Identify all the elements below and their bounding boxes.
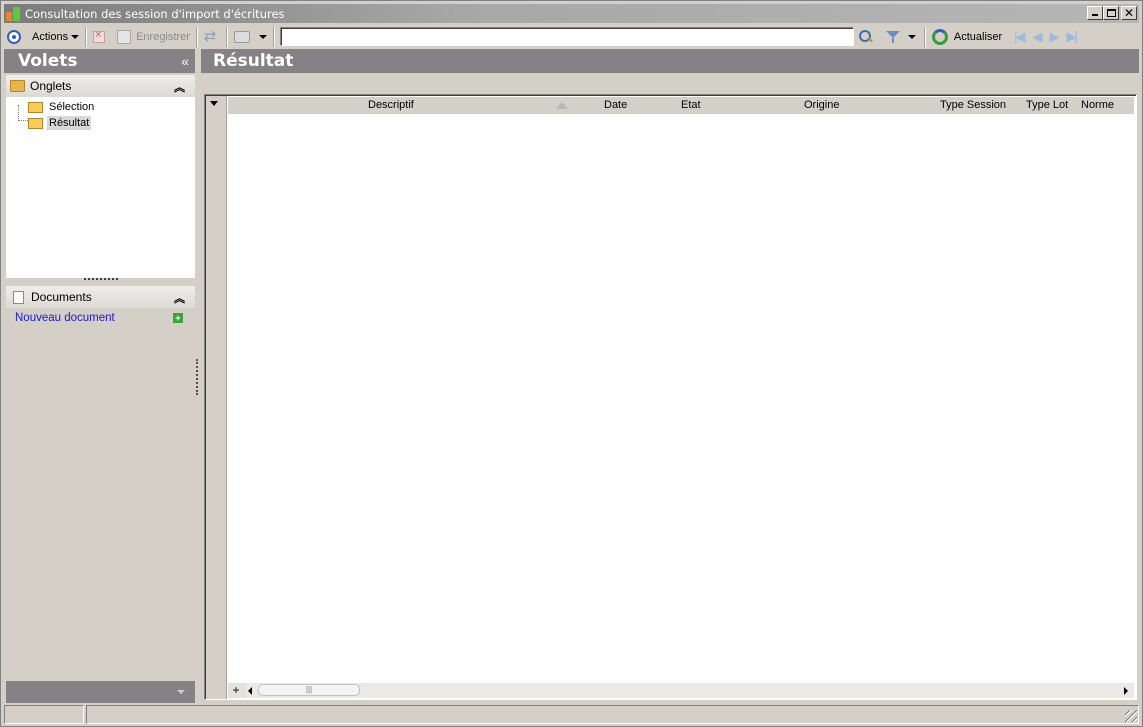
resize-grip-icon[interactable] (1125, 710, 1137, 722)
toolbar-separator (195, 26, 198, 47)
tabs-section-title: Onglets (30, 79, 72, 93)
circle-target-icon (7, 29, 21, 44)
app-icon (5, 6, 21, 22)
print-icon (233, 30, 250, 43)
status-cell (86, 705, 1139, 724)
close-icon: ✕ (1123, 6, 1135, 20)
actions-menu-button[interactable]: Actions (24, 26, 82, 48)
print-button[interactable] (231, 26, 270, 48)
toolbar-separator (85, 26, 88, 47)
tree-item-label: Sélection (49, 101, 95, 113)
filter-dropdown-icon[interactable] (907, 34, 916, 39)
page-title: Résultat (213, 51, 294, 71)
delete-icon (93, 29, 106, 43)
save-button[interactable]: Enregistrer (114, 26, 193, 48)
sort-ascending-icon (556, 102, 568, 109)
save-label: Enregistrer (136, 30, 190, 43)
tree-item-resultat[interactable]: Résultat (14, 115, 195, 131)
grid-footer: + ||| (228, 683, 1134, 698)
scroll-left-icon[interactable] (248, 687, 252, 695)
window-controls: ✕ (1087, 6, 1137, 20)
column-header-etat[interactable]: Etat (681, 99, 701, 111)
scrollbar-thumb[interactable]: ||| (258, 684, 360, 696)
column-header-type-session[interactable]: Type Session (940, 99, 1006, 111)
tree-item-selection[interactable]: Sélection (14, 99, 195, 115)
collapse-panel-icon[interactable]: « (181, 53, 189, 69)
grid-menu-icon[interactable] (210, 101, 218, 106)
document-icon (13, 290, 24, 304)
app-window: Consultation des session d'import d'écri… (0, 0, 1143, 727)
tabs-tree: Sélection Résultat (6, 97, 195, 131)
search-input[interactable] (279, 27, 854, 46)
sync-icon (204, 29, 220, 45)
side-panel-header: Volets « (4, 49, 195, 73)
toolbar: Actions Enregistrer Actualiser |◀ (4, 24, 1139, 49)
column-header-origine[interactable]: Origine (804, 99, 839, 111)
first-record-icon[interactable]: |◀ (1014, 29, 1025, 45)
title-bar[interactable]: Consultation des session d'import d'écri… (4, 4, 1139, 23)
refresh-label: Actualiser (953, 30, 1003, 43)
documents-section: Documents ︽ Nouveau document + (6, 286, 195, 324)
grid-header-row: Descriptif Date Etat Origine Type Sessio… (228, 97, 1134, 114)
delete-button[interactable] (90, 26, 108, 48)
grid-row-header (206, 96, 227, 699)
collapse-section-icon[interactable]: ︽ (174, 290, 185, 306)
horizontal-scrollbar[interactable]: ||| (246, 683, 1134, 698)
scroll-right-icon[interactable] (1124, 687, 1128, 695)
plus-icon[interactable]: + (173, 313, 183, 323)
column-header-type-lot[interactable]: Type Lot (1026, 99, 1068, 111)
folder-icon (28, 101, 43, 113)
filter-icon[interactable] (885, 30, 900, 44)
toolbar-separator (225, 26, 228, 47)
refresh-icon (931, 28, 948, 45)
folder-icon (10, 80, 25, 92)
documents-section-title: Documents (31, 290, 92, 304)
toolbar-separator (923, 26, 926, 47)
add-row-button[interactable]: + (228, 683, 244, 698)
tree-item-label: Résultat (47, 116, 92, 130)
minimize-button[interactable] (1087, 6, 1103, 20)
side-panel: Volets « Onglets ︽ Sélection Résultat Do… (4, 49, 195, 704)
section-splitter[interactable] (84, 278, 118, 282)
maximize-button[interactable] (1103, 6, 1119, 20)
status-bar (4, 705, 1139, 724)
previous-record-icon[interactable]: ◀ (1033, 29, 1043, 45)
documents-section-header[interactable]: Documents ︽ (6, 286, 195, 308)
new-document-link[interactable]: Nouveau document + (6, 308, 195, 324)
next-record-icon[interactable]: ▶ (1050, 29, 1060, 45)
save-icon (117, 29, 132, 44)
chevron-down-icon (71, 34, 80, 39)
main-header: Résultat (201, 49, 1139, 73)
actions-menu-icon-button[interactable] (4, 26, 24, 48)
tabs-section-header[interactable]: Onglets ︽ (6, 75, 195, 97)
column-header-descriptif[interactable]: Descriptif (368, 99, 414, 111)
open-folder-icon (28, 117, 43, 129)
column-header-date[interactable]: Date (604, 99, 627, 111)
window-title: Consultation des session d'import d'écri… (25, 6, 285, 21)
chevron-down-icon (258, 34, 267, 39)
new-document-label: Nouveau document (15, 312, 115, 324)
close-button[interactable]: ✕ (1121, 6, 1137, 20)
maximize-icon (1107, 9, 1116, 17)
status-cell (4, 705, 84, 724)
toolbar-separator (272, 26, 275, 47)
refresh-button[interactable]: Actualiser (929, 26, 1005, 48)
side-panel-footer[interactable] (6, 681, 195, 703)
minimize-icon (1092, 14, 1098, 16)
panel-splitter[interactable] (196, 359, 198, 395)
sync-button[interactable] (201, 26, 223, 48)
results-grid: Descriptif Date Etat Origine Type Sessio… (204, 94, 1137, 700)
side-panel-title: Volets (18, 51, 78, 71)
search-icon[interactable] (858, 29, 874, 45)
collapse-section-icon[interactable]: ︽ (174, 79, 185, 95)
last-record-icon[interactable]: ▶| (1067, 29, 1078, 45)
tabs-section: Onglets ︽ Sélection Résultat (6, 75, 195, 278)
actions-label: Actions (32, 30, 69, 43)
column-header-norme[interactable]: Norme (1081, 99, 1114, 111)
